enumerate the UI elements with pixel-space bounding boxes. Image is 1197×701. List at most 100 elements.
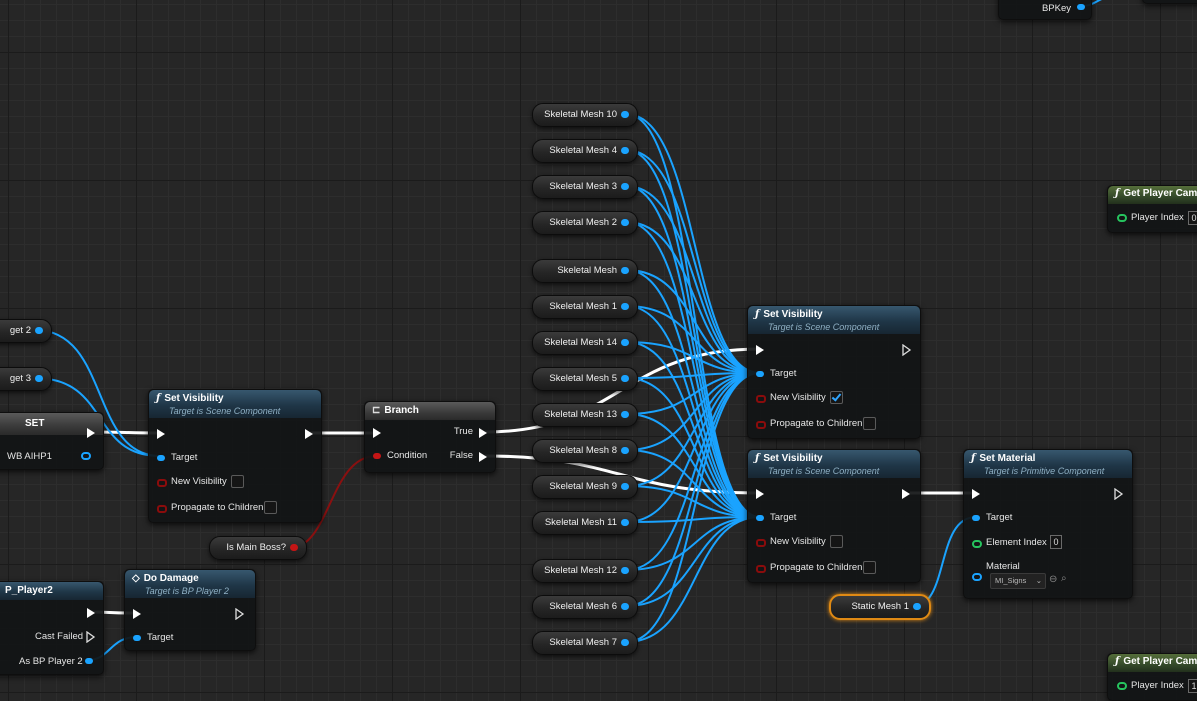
set-exec-out[interactable] xyxy=(87,428,95,438)
event-icon: ◇ xyxy=(132,573,140,584)
skeletal-mesh-pin[interactable] xyxy=(621,603,629,610)
target-3-pin[interactable] xyxy=(35,375,43,382)
exec-out-icon[interactable] xyxy=(1114,488,1124,500)
target-2-variable[interactable]: get 2 xyxy=(0,319,52,343)
target-pin[interactable] xyxy=(756,515,764,521)
new-visibility-checkbox[interactable] xyxy=(830,391,843,404)
exec-out-pin[interactable] xyxy=(305,429,313,439)
branch-node[interactable]: ⊏ Branch True Condition False xyxy=(364,401,496,473)
cast-to-bp-player2-node[interactable]: P_Player2 Cast Failed As BP Player 2 xyxy=(0,581,104,675)
propagate-pin[interactable] xyxy=(157,505,167,513)
propagate-checkbox[interactable] xyxy=(863,417,876,430)
get-player-camera-node-1[interactable]: ƒ Get Player Came Player Index 0 xyxy=(1107,185,1197,233)
set-material-node[interactable]: ƒ Set Material Target is Primitive Compon… xyxy=(963,449,1133,599)
exec-out-icon[interactable] xyxy=(902,344,912,356)
exec-in-pin[interactable] xyxy=(972,489,980,499)
exec-in-pin[interactable] xyxy=(756,345,764,355)
branch-exec-in[interactable] xyxy=(373,428,381,438)
skeletal-mesh-pin[interactable] xyxy=(621,267,629,274)
cast-exec-out[interactable] xyxy=(87,608,95,618)
set-node[interactable]: SET WB AIHP1 xyxy=(0,412,104,470)
do-damage-exec-in[interactable] xyxy=(133,609,141,619)
set-visibility-left-title: Set Visibility xyxy=(164,393,224,404)
do-damage-header: ◇ Do Damage Target is BP Player 2 xyxy=(125,570,255,598)
set-material-header: ƒ Set Material Target is Primitive Compon… xyxy=(964,450,1132,478)
skeletal-mesh-variable[interactable]: Skeletal Mesh 10 xyxy=(532,103,638,127)
do-damage-node[interactable]: ◇ Do Damage Target is BP Player 2 Target xyxy=(124,569,256,651)
new-visibility-checkbox[interactable] xyxy=(830,535,843,548)
do-damage-exec-out-icon[interactable] xyxy=(235,608,245,620)
branch-false-pin[interactable] xyxy=(479,452,487,462)
propagate-checkbox[interactable] xyxy=(863,561,876,574)
propagate-checkbox[interactable] xyxy=(264,501,277,514)
player-index-field[interactable]: 0 xyxy=(1188,211,1197,225)
element-index-pin[interactable] xyxy=(972,540,982,548)
skeletal-mesh-pin[interactable] xyxy=(621,411,629,418)
target-3-variable[interactable]: get 3 xyxy=(0,367,52,391)
skeletal-mesh-variable[interactable]: Skeletal Mesh 4 xyxy=(532,139,638,163)
skeletal-mesh-variable[interactable]: Skeletal Mesh 3 xyxy=(532,175,638,199)
material-pin[interactable] xyxy=(972,573,982,581)
is-main-boss-pin[interactable] xyxy=(290,544,298,551)
target-pin[interactable] xyxy=(756,371,764,377)
do-damage-target-pin[interactable] xyxy=(133,635,141,641)
skeletal-mesh-variable[interactable]: Skeletal Mesh 12 xyxy=(532,559,638,583)
set-visibility-node-b[interactable]: ƒ Set Visibility Target is Scene Componen… xyxy=(747,449,921,583)
set-visibility-node-left[interactable]: ƒ Set Visibility Target is Scene Componen… xyxy=(148,389,322,523)
skeletal-mesh-pin[interactable] xyxy=(621,639,629,646)
get-player-camera-node-2[interactable]: ƒ Get Player Came Player Index 1 xyxy=(1107,653,1197,701)
target-pin[interactable] xyxy=(972,515,980,521)
skeletal-mesh-pin[interactable] xyxy=(621,303,629,310)
set-visibility-node-a[interactable]: ƒ Set Visibility Target is Scene Componen… xyxy=(747,305,921,439)
skeletal-mesh-pin[interactable] xyxy=(621,567,629,574)
player-index-pin[interactable] xyxy=(1117,682,1127,690)
use-asset-icon[interactable]: ⊖ xyxy=(1049,574,1057,585)
skeletal-mesh-pin[interactable] xyxy=(621,375,629,382)
static-mesh-1-pin[interactable] xyxy=(913,603,921,610)
skeletal-mesh-variable[interactable]: Skeletal Mesh 14 xyxy=(532,331,638,355)
skeletal-mesh-variable[interactable]: Skeletal Mesh 2 xyxy=(532,211,638,235)
exec-out-pin[interactable] xyxy=(902,489,910,499)
skeletal-mesh-variable[interactable]: Skeletal Mesh 7 xyxy=(532,631,638,655)
skeletal-mesh-pin[interactable] xyxy=(621,183,629,190)
skeletal-mesh-variable[interactable]: Skeletal Mesh 11 xyxy=(532,511,638,535)
skeletal-mesh-pin[interactable] xyxy=(621,339,629,346)
skeletal-mesh-pin[interactable] xyxy=(621,111,629,118)
new-visibility-pin[interactable] xyxy=(157,479,167,487)
element-index-field[interactable]: 0 xyxy=(1050,535,1062,549)
skeletal-mesh-variable[interactable]: Skeletal Mesh xyxy=(532,259,638,283)
skeletal-mesh-variable[interactable]: Skeletal Mesh 13 xyxy=(532,403,638,427)
player-index-pin[interactable] xyxy=(1117,214,1127,222)
as-bp-player2-pin[interactable] xyxy=(85,658,93,664)
new-visibility-pin[interactable] xyxy=(756,539,766,547)
target-pin[interactable] xyxy=(157,455,165,461)
skeletal-mesh-pin[interactable] xyxy=(621,219,629,226)
exec-in-pin[interactable] xyxy=(756,489,764,499)
skeletal-mesh-variable[interactable]: Skeletal Mesh 6 xyxy=(532,595,638,619)
bpkey-pin[interactable] xyxy=(1077,4,1085,10)
skeletal-mesh-variable[interactable]: Skeletal Mesh 5 xyxy=(532,367,638,391)
skeletal-mesh-variable[interactable]: Skeletal Mesh 8 xyxy=(532,439,638,463)
skeletal-mesh-pin[interactable] xyxy=(621,519,629,526)
offscreen-node-top-right[interactable] xyxy=(1142,0,1197,4)
new-visibility-checkbox[interactable] xyxy=(231,475,244,488)
new-visibility-pin[interactable] xyxy=(756,395,766,403)
bp-key-node[interactable]: BPKey xyxy=(998,0,1092,20)
skeletal-mesh-variable[interactable]: Skeletal Mesh 9 xyxy=(532,475,638,499)
static-mesh-1-variable[interactable]: Static Mesh 1 xyxy=(829,594,931,620)
search-icon[interactable]: ⌕ xyxy=(1061,573,1067,584)
material-combo[interactable]: MI_Signs ⌄ xyxy=(990,573,1046,589)
propagate-pin[interactable] xyxy=(756,565,766,573)
target-2-pin[interactable] xyxy=(35,327,43,334)
skeletal-mesh-pin[interactable] xyxy=(621,147,629,154)
skeletal-mesh-pin[interactable] xyxy=(621,447,629,454)
is-main-boss-variable[interactable]: Is Main Boss? xyxy=(209,536,307,560)
condition-pin[interactable] xyxy=(373,453,381,459)
propagate-pin[interactable] xyxy=(756,421,766,429)
player-index-field[interactable]: 1 xyxy=(1188,679,1197,693)
skeletal-mesh-variable[interactable]: Skeletal Mesh 1 xyxy=(532,295,638,319)
set-value-pin[interactable] xyxy=(81,452,91,460)
branch-true-pin[interactable] xyxy=(479,428,487,438)
skeletal-mesh-pin[interactable] xyxy=(621,483,629,490)
exec-in-pin[interactable] xyxy=(157,429,165,439)
